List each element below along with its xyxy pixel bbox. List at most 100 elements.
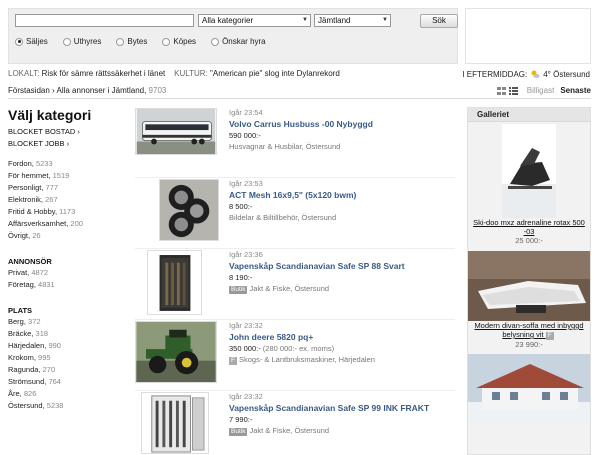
snowmobile-image (502, 124, 556, 218)
search-input[interactable] (15, 14, 194, 27)
bus-image (136, 109, 216, 154)
breadcrumb-home[interactable]: Förstasidan (8, 86, 50, 95)
sidebar-item-fordon[interactable]: Fordon, 5233 (8, 158, 128, 170)
sidebar-item-ragunda[interactable]: Ragunda, 270 (8, 364, 128, 376)
radio-label: Köpes (173, 37, 197, 46)
gallery-panel: Galleriet Ski-doo mxz adrenaline rotax 5… (467, 107, 591, 455)
gallery-image[interactable] (502, 124, 556, 218)
sidebar-item-personligt[interactable]: Personligt, 777 (8, 182, 128, 194)
gallery-image[interactable] (468, 354, 590, 424)
gallery-image[interactable] (468, 251, 590, 321)
sidebar-item-affarsverksamhet[interactable]: Affärsverksamhet, 200 (8, 218, 128, 230)
news-culture-tag: KULTUR: (174, 69, 208, 78)
ad-type-radio-group: Säljes Uthyres Bytes Köpes Önskar hyra (15, 37, 266, 46)
radio-label: Uthyres (73, 37, 102, 46)
gallery-caption[interactable]: Ski-doo mxz adrenaline rotax 500 -03 (468, 218, 590, 236)
listing-thumbnail[interactable] (135, 108, 217, 155)
sort-cheapest[interactable]: Billigast (527, 86, 555, 95)
listing-price: 7 990:- (229, 415, 253, 424)
radio-bytes[interactable]: Bytes (116, 37, 147, 46)
sidebar-item-elektronik[interactable]: Elektronik, 267 (8, 194, 128, 206)
listing-thumbnail[interactable] (141, 392, 209, 454)
sidebar-item-are[interactable]: Åre, 826 (8, 388, 128, 400)
sidebar-item-ostersund[interactable]: Östersund, 5238 (8, 400, 128, 412)
sidebar-item-harjedalen[interactable]: Härjedalen, 990 (8, 340, 128, 352)
sidebar-item-for-hemmet[interactable]: För hemmet, 1519 (8, 170, 128, 182)
tractor-image (136, 322, 216, 382)
blocket-jobb-link[interactable]: BLOCKET JOBB › (8, 138, 128, 150)
listing-thumbnail[interactable] (135, 321, 217, 383)
radio-dot (162, 37, 171, 46)
radio-saljes[interactable]: Säljes (15, 37, 48, 46)
listing-meta: Husvagnar & Husbilar, Östersund (229, 142, 341, 151)
listing-price: 8 500:- (229, 202, 253, 211)
listing-title[interactable]: Vapenskåp Scandianavian Safe SP 99 INK F… (229, 402, 455, 414)
listing-title[interactable]: ACT Mesh 16x9,5" (5x120 bwm) (229, 189, 455, 201)
gallery-item[interactable]: Ski-doo mxz adrenaline rotax 500 -03 25 … (468, 122, 590, 246)
gallery-price: 25 000:- (515, 236, 543, 245)
listing-meta: Butik Jakt & Fiske, Östersund (229, 284, 330, 294)
place-heading: PLATS (8, 306, 33, 315)
gallery-view-icon[interactable] (496, 86, 506, 95)
category-select[interactable]: Alla kategorier ▼ (198, 14, 311, 27)
sidebar-item-fritid-hobby[interactable]: Fritid & Hobby, 1173 (8, 206, 128, 218)
radio-label: Säljes (26, 37, 48, 46)
listing-meta: F Skogs- & Lantbruksmaskiner, Härjedalen (229, 355, 375, 365)
gun-safe-image (148, 251, 201, 314)
listing-title[interactable]: Vapenskåp Scandianavian Safe SP 88 Svart (229, 260, 455, 272)
search-button[interactable]: Sök (420, 14, 458, 28)
listing-thumbnail[interactable] (159, 179, 219, 241)
listing-time: Igår 23:54 (229, 108, 263, 117)
list-item[interactable]: Igår 23:36 Vapenskåp Scandianavian Safe … (135, 249, 455, 320)
region-select[interactable]: Jämtland ▼ (314, 14, 391, 27)
blocket-bostad-link[interactable]: BLOCKET BOSTAD › (8, 126, 128, 138)
chevron-down-icon: ▼ (302, 17, 308, 23)
sort-newest[interactable]: Senaste (560, 86, 591, 95)
gallery-item[interactable]: Modern divan-soffa med inbyggd belysning… (468, 246, 590, 350)
sidebar-item-stromsund[interactable]: Strömsund, 764 (8, 376, 128, 388)
open-gun-safe-image (142, 393, 208, 453)
news-local-tag: LOKALT: (8, 69, 40, 78)
listing-price: 350 000:- (280 000:- ex. moms) (229, 344, 335, 353)
sun-cloud-icon (531, 70, 540, 78)
sidebar-item-bracke[interactable]: Bräcke, 318 (8, 328, 128, 340)
gallery-item[interactable] (468, 350, 590, 424)
list-item[interactable]: Igår 23:32 John deere 5820 pq+ 350 000:-… (135, 320, 455, 391)
gallery-caption[interactable]: Modern divan-soffa med inbyggd belysning… (468, 321, 590, 340)
list-item[interactable]: Igår 23:53 ACT Mesh 16x9,5" (5x120 bwm) … (135, 178, 455, 249)
radio-kopes[interactable]: Köpes (162, 37, 196, 46)
news-ticker: LOKALT: Risk för sämre rättssäkerhet i l… (8, 69, 340, 78)
sidebar-item-privat[interactable]: Privat, 4872 (8, 267, 128, 279)
sidebar-item-ovrigt[interactable]: Övrigt, 26 (8, 230, 128, 242)
listing-title[interactable]: John deere 5820 pq+ (229, 331, 455, 343)
weather-label: I EFTERMIDDAG: (462, 69, 528, 79)
company-badge: F (545, 332, 554, 340)
list-item[interactable]: Igår 23:54 Volvo Carrus Husbuss -00 Nyby… (135, 107, 455, 178)
news-culture-link[interactable]: "American pie" slog inte Dylanrekord (210, 69, 340, 78)
listing-list: Igår 23:54 Volvo Carrus Husbuss -00 Nyby… (135, 107, 455, 455)
radio-dot (211, 37, 220, 46)
advertiser-heading: ANNONSÖR (8, 257, 52, 266)
breadcrumb-separator: › (52, 86, 55, 95)
radio-uthyres[interactable]: Uthyres (62, 37, 102, 46)
listing-meta: Butik Jakt & Fiske, Östersund (229, 426, 330, 436)
radio-onskar-hyra[interactable]: Önskar hyra (211, 37, 266, 46)
news-local-link[interactable]: Risk för sämre rättssäkerhet i länet (42, 69, 166, 78)
breadcrumb-current: Alla annonser i Jämtland, (56, 86, 147, 95)
radio-label: Önskar hyra (222, 37, 266, 46)
weather-widget[interactable]: I EFTERMIDDAG: 4° Östersund (462, 69, 590, 79)
store-badge: Butik (229, 286, 248, 294)
list-item[interactable]: Igår 23:32 Vapenskåp Scandianavian Safe … (135, 391, 455, 455)
ad-banner[interactable] (465, 8, 591, 64)
sidebar-item-krokom[interactable]: Krokom, 995 (8, 352, 128, 364)
sidebar-item-berg[interactable]: Berg, 372 (8, 316, 128, 328)
company-badge: F (229, 357, 237, 365)
weather-value: 4° Östersund (543, 69, 590, 79)
gallery-price: 23 990:- (515, 340, 543, 349)
list-view-icon[interactable] (508, 86, 518, 95)
listing-time: Igår 23:53 (229, 179, 263, 188)
category-select-value: Alla kategorier (202, 16, 254, 25)
listing-title[interactable]: Volvo Carrus Husbuss -00 Nybyggd (229, 118, 455, 130)
sidebar-item-foretag[interactable]: Företag, 4831 (8, 279, 128, 291)
listing-thumbnail[interactable] (147, 250, 202, 315)
